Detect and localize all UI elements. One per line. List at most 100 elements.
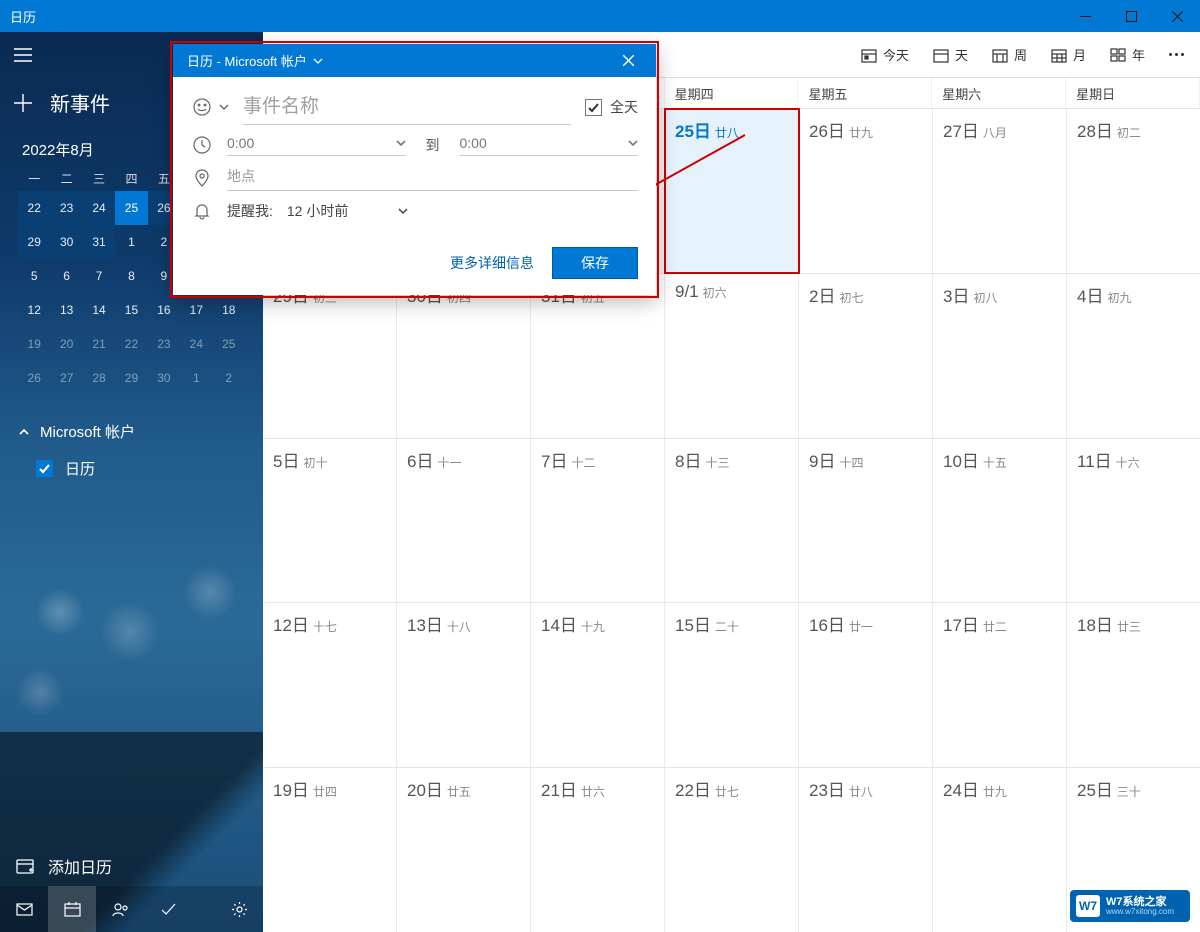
new-event-label: 新事件	[50, 88, 110, 117]
menu-toggle-button[interactable]	[0, 32, 46, 78]
day-cell[interactable]: 14日十九	[531, 603, 665, 767]
more-button[interactable]	[1157, 32, 1196, 77]
day-cell[interactable]: 31日初五	[531, 274, 665, 438]
mini-cal-day[interactable]: 24	[83, 191, 115, 225]
save-button[interactable]: 保存	[552, 247, 638, 279]
day-cell[interactable]: 29日初三	[263, 274, 397, 438]
day-cell[interactable]: 9/1初六	[665, 274, 799, 438]
more-details-link[interactable]: 更多详细信息	[444, 249, 540, 277]
account-header[interactable]: Microsoft 帐户	[14, 415, 251, 448]
mini-cal-day[interactable]: 5	[18, 259, 50, 293]
mini-cal-day[interactable]: 7	[83, 259, 115, 293]
mini-cal-day[interactable]: 26	[18, 361, 50, 395]
mini-cal-day[interactable]: 8	[115, 259, 147, 293]
mini-cal-day[interactable]: 1	[180, 361, 212, 395]
mini-cal-day[interactable]: 29	[18, 225, 50, 259]
mini-cal-day[interactable]: 29	[115, 361, 147, 395]
mini-cal-day[interactable]: 25	[213, 327, 245, 361]
popup-close-button[interactable]	[610, 44, 646, 77]
mini-cal-day[interactable]: 27	[50, 361, 82, 395]
today-button[interactable]: 今天	[849, 32, 921, 77]
location-input[interactable]: 地点	[227, 164, 638, 191]
mini-cal-day[interactable]: 20	[50, 327, 82, 361]
mini-cal-day[interactable]: 17	[180, 293, 212, 327]
day-cell[interactable]: 24日廿九	[933, 768, 1067, 932]
mini-cal-day[interactable]: 25	[115, 191, 147, 225]
mini-cal-day[interactable]: 15	[115, 293, 147, 327]
mini-cal-day[interactable]: 1	[115, 225, 147, 259]
day-cell[interactable]: 23日廿八	[799, 768, 933, 932]
mini-cal-day[interactable]: 31	[83, 225, 115, 259]
day-cell[interactable]: 16日廿一	[799, 603, 933, 767]
new-event-popup: 日历 - Microsoft 帐户 事件名称 全天 0:00 到 0:00 地点	[173, 44, 656, 295]
day-cell[interactable]: 21日廿六	[531, 768, 665, 932]
mini-cal-day[interactable]: 16	[148, 293, 180, 327]
reminder-select[interactable]: 12 小时前	[287, 199, 408, 223]
day-cell[interactable]: 28日初二	[1067, 109, 1200, 273]
mini-cal-day[interactable]: 12	[18, 293, 50, 327]
mail-button[interactable]	[0, 886, 48, 932]
day-cell[interactable]: 3日初八	[933, 274, 1067, 438]
day-cell[interactable]: 12日十七	[263, 603, 397, 767]
day-cell[interactable]: 4日初九	[1067, 274, 1200, 438]
end-time-select[interactable]: 0:00	[460, 133, 639, 156]
day-cell[interactable]: 5日初十	[263, 439, 397, 603]
chevron-down-icon[interactable]	[219, 102, 229, 112]
chevron-up-icon	[18, 426, 30, 438]
mini-cal-day[interactable]: 23	[50, 191, 82, 225]
mini-cal-day[interactable]: 14	[83, 293, 115, 327]
day-cell[interactable]: 6日十一	[397, 439, 531, 603]
mini-cal-day[interactable]: 24	[180, 327, 212, 361]
mini-cal-day[interactable]: 28	[83, 361, 115, 395]
day-cell[interactable]: 2日初七	[799, 274, 933, 438]
emoji-picker-button[interactable]	[191, 98, 213, 116]
day-cell[interactable]: 9日十四	[799, 439, 933, 603]
maximize-button[interactable]	[1108, 0, 1154, 32]
month-view-button[interactable]: 月	[1039, 32, 1098, 77]
day-cell[interactable]: 8日十三	[665, 439, 799, 603]
mini-cal-day[interactable]: 6	[50, 259, 82, 293]
minimize-button[interactable]	[1062, 0, 1108, 32]
day-cell[interactable]: 7日十二	[531, 439, 665, 603]
day-cell[interactable]: 17日廿二	[933, 603, 1067, 767]
mini-cal-day[interactable]: 21	[83, 327, 115, 361]
day-cell[interactable]: 30日初四	[397, 274, 531, 438]
day-cell[interactable]: 15日二十	[665, 603, 799, 767]
todo-button[interactable]	[144, 886, 192, 932]
mini-cal-day[interactable]: 19	[18, 327, 50, 361]
day-cell[interactable]: 26日廿九	[799, 109, 933, 273]
day-cell[interactable]: 27日八月	[933, 109, 1067, 273]
settings-button[interactable]	[215, 886, 263, 932]
mini-cal-month-label[interactable]: 2022年8月	[22, 139, 94, 160]
add-calendar-button[interactable]: 添加日历	[10, 848, 118, 884]
day-cell[interactable]: 19日廿四	[263, 768, 397, 932]
calendar-checkbox-item[interactable]: 日历	[14, 448, 251, 483]
day-cell[interactable]: 22日廿七	[665, 768, 799, 932]
mini-cal-day[interactable]: 23	[148, 327, 180, 361]
people-button[interactable]	[96, 886, 144, 932]
calendar-button[interactable]	[48, 886, 96, 932]
chevron-down-icon[interactable]	[313, 56, 323, 66]
year-view-button[interactable]: 年	[1098, 32, 1157, 77]
mini-cal-day[interactable]: 18	[213, 293, 245, 327]
day-view-button[interactable]: 天	[921, 32, 980, 77]
start-time-select[interactable]: 0:00	[227, 133, 406, 156]
week-view-button[interactable]: 周	[980, 32, 1039, 77]
mini-cal-day[interactable]: 13	[50, 293, 82, 327]
allday-checkbox[interactable]: 全天	[585, 97, 638, 117]
day-cell[interactable]: 13日十八	[397, 603, 531, 767]
time-to-label: 到	[420, 135, 446, 155]
day-cell[interactable]: 20日廿五	[397, 768, 531, 932]
day-cell[interactable]: 25日廿八	[665, 109, 799, 273]
mini-cal-day[interactable]: 30	[148, 361, 180, 395]
close-button[interactable]	[1154, 0, 1200, 32]
event-name-input[interactable]: 事件名称	[243, 89, 571, 125]
calendar-item-label: 日历	[65, 458, 95, 479]
day-cell[interactable]: 11日十六	[1067, 439, 1200, 603]
mini-cal-day[interactable]: 30	[50, 225, 82, 259]
mini-cal-day[interactable]: 22	[115, 327, 147, 361]
mini-cal-day[interactable]: 2	[213, 361, 245, 395]
mini-cal-day[interactable]: 22	[18, 191, 50, 225]
day-cell[interactable]: 10日十五	[933, 439, 1067, 603]
day-cell[interactable]: 18日廿三	[1067, 603, 1200, 767]
